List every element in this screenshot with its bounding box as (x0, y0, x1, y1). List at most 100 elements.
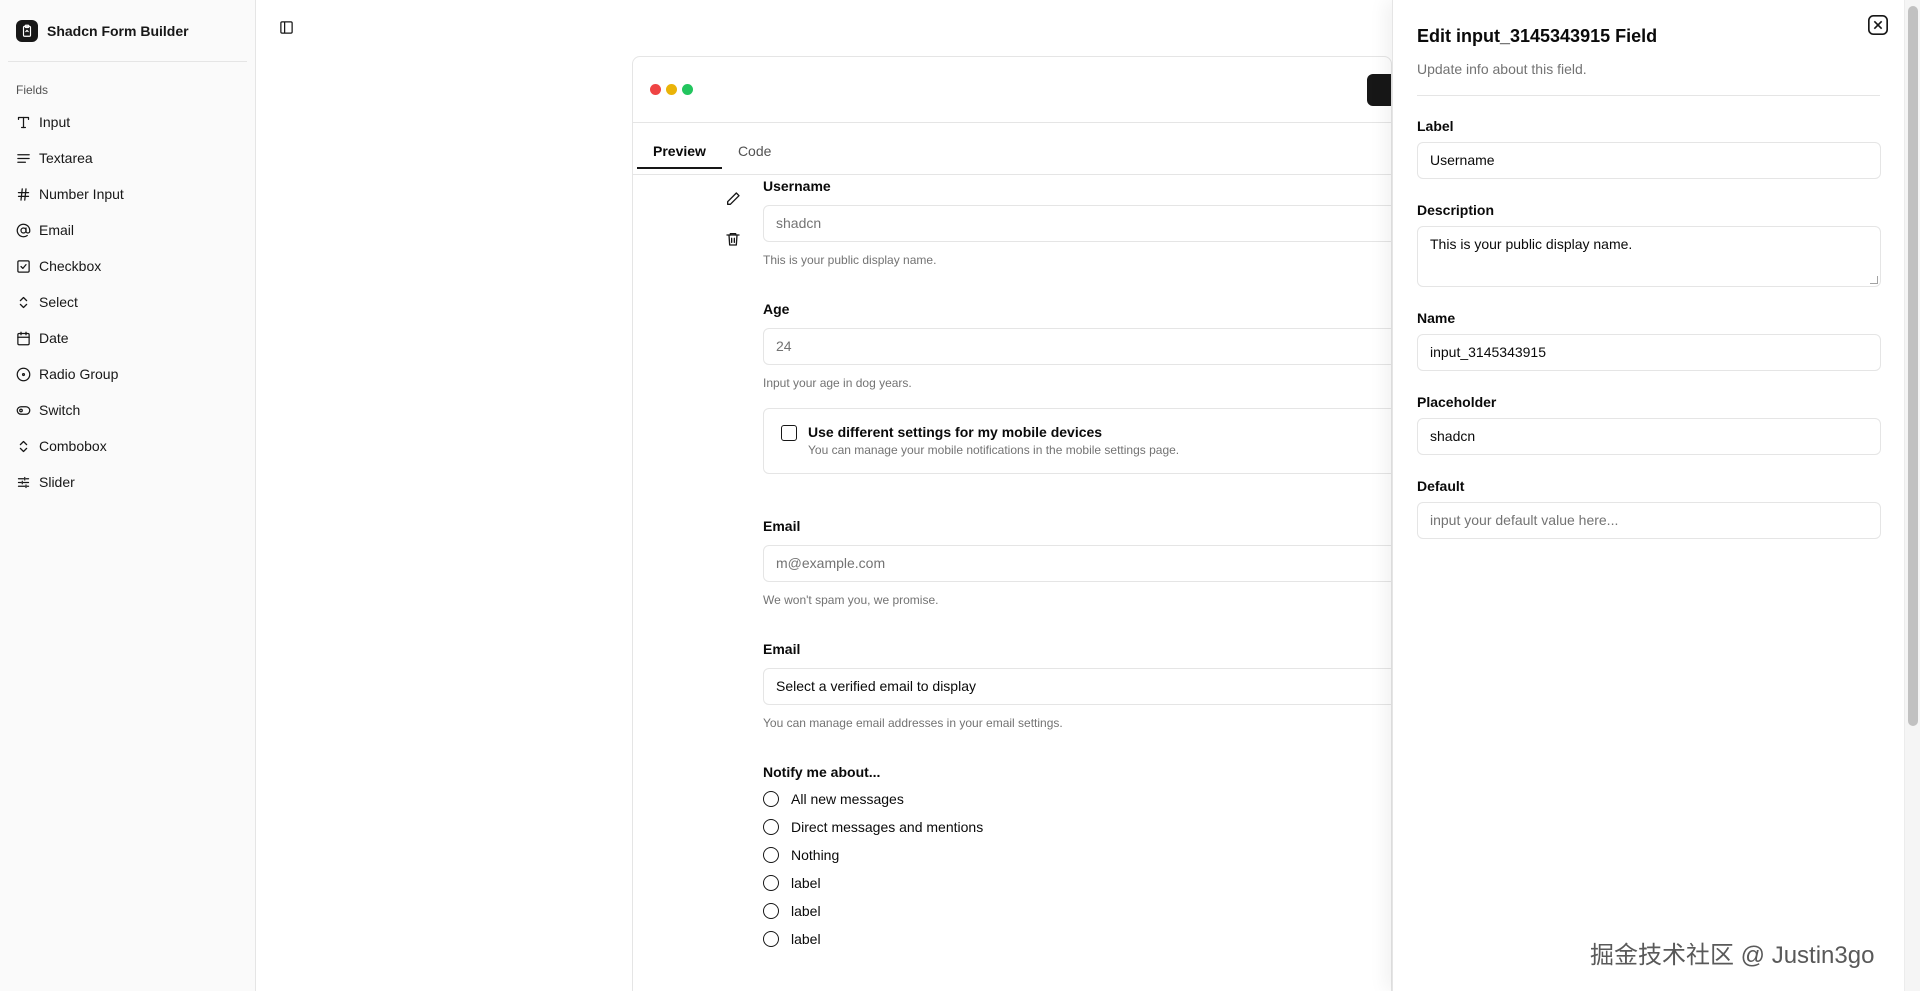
chevrons-up-down-icon (19, 440, 28, 452)
resize-grip-icon[interactable] (1870, 276, 1878, 284)
sidebar: Shadcn Form Builder Fields Input Textare… (0, 0, 256, 991)
notify-label: Notify me about... (763, 764, 881, 780)
radio-circle[interactable] (763, 875, 779, 891)
radio-option-label: label (791, 931, 821, 947)
calendar-icon (17, 331, 30, 345)
username-input[interactable]: shadcn (763, 205, 1391, 242)
window-dot-red (650, 84, 661, 95)
sidebar-item-switch[interactable]: Switch (8, 392, 247, 428)
hash-icon (17, 187, 30, 201)
circle-dot-icon (16, 367, 31, 381)
brand[interactable]: Shadcn Form Builder (8, 0, 247, 62)
username-description: This is your public display name. (763, 253, 937, 267)
radio-option-label-3[interactable]: label (763, 925, 1391, 953)
radio-option-label: All new messages (791, 791, 904, 807)
fields-nav: Input Textarea Number Input Email Checkb… (0, 104, 255, 500)
email-select-value: Select a verified email to display (776, 678, 976, 694)
sidebar-item-checkbox[interactable]: Checkbox (8, 248, 247, 284)
edit-default-label: Default (1417, 478, 1465, 494)
preview-card: Preview Code Username shadcn This is you… (632, 56, 1392, 991)
age-description: Input your age in dog years. (763, 376, 912, 390)
radio-circle[interactable] (763, 847, 779, 863)
mobile-settings-checkbox[interactable] (781, 425, 797, 441)
edit-description-textarea[interactable]: This is your public display name. (1417, 226, 1881, 287)
chevrons-up-down-icon (19, 296, 28, 308)
radio-circle[interactable] (763, 931, 779, 947)
sidebar-item-select[interactable]: Select (8, 284, 247, 320)
scrollbar-thumb[interactable] (1908, 6, 1918, 726)
edit-description-value: This is your public display name. (1430, 236, 1633, 252)
radio-option-direct-messages[interactable]: Direct messages and mentions (763, 813, 1391, 841)
email-select[interactable]: Select a verified email to display (763, 668, 1391, 705)
edit-name-input[interactable]: input_3145343915 (1417, 334, 1881, 371)
email-select-label: Email (763, 641, 801, 657)
mobile-settings-checkbox-group: Use different settings for my mobile dev… (763, 408, 1391, 474)
edit-name-group: Name input_3145343915 (1417, 309, 1881, 371)
window-dot-green (682, 84, 693, 95)
edit-placeholder-group: Placeholder shadcn (1417, 393, 1881, 455)
sidebar-item-label: Combobox (39, 438, 107, 454)
radio-circle[interactable] (763, 791, 779, 807)
sidebar-item-label: Input (39, 114, 71, 130)
panel-title: Edit input_3145343915 Field (1417, 26, 1658, 46)
sidebar-item-combobox[interactable]: Combobox (8, 428, 247, 464)
clipboard-icon (16, 19, 38, 42)
sidebar-item-label: Radio Group (39, 366, 119, 382)
type-icon (17, 116, 30, 128)
radio-option-nothing[interactable]: Nothing (763, 841, 1391, 869)
trash-icon[interactable] (725, 231, 741, 247)
tabs-divider (633, 174, 1391, 175)
card-action-button[interactable] (1367, 74, 1391, 106)
sidebar-item-number-input[interactable]: Number Input (8, 176, 247, 212)
tab-code[interactable]: Code (722, 133, 787, 169)
page-scrollbar[interactable] (1904, 0, 1920, 991)
edit-placeholder-input[interactable]: shadcn (1417, 418, 1881, 455)
sliders-icon (17, 476, 30, 488)
sidebar-item-date[interactable]: Date (8, 320, 247, 356)
radio-circle[interactable] (763, 903, 779, 919)
email-field-group: Email m@example.com We won't spam you, w… (763, 517, 1391, 608)
edit-default-input[interactable]: input your default value here... (1417, 502, 1881, 539)
sidebar-item-label: Email (39, 222, 75, 238)
sidebar-item-textarea[interactable]: Textarea (8, 140, 247, 176)
edit-field-panel: Edit input_3145343915 Field Update info … (1392, 0, 1904, 991)
edit-name-label: Name (1417, 310, 1456, 326)
sidebar-toggle-button[interactable] (276, 17, 296, 37)
panel-divider (1417, 95, 1880, 96)
radio-option-label-2[interactable]: label (763, 897, 1391, 925)
window-dots (650, 84, 693, 95)
sidebar-item-label: Slider (39, 474, 75, 490)
edit-label-input[interactable]: Username (1417, 142, 1881, 179)
radio-option-label-1[interactable]: label (763, 869, 1391, 897)
age-field-group: Age 24 Input your age in dog years. (763, 300, 1391, 391)
sidebar-item-radio-group[interactable]: Radio Group (8, 356, 247, 392)
card-header (633, 57, 1391, 123)
brand-title: Shadcn Form Builder (47, 22, 189, 39)
sidebar-item-input[interactable]: Input (8, 104, 247, 140)
text-lines-icon (17, 153, 30, 163)
fields-group-label: Fields (16, 83, 49, 97)
email-select-group: Email Select a verified email to display… (763, 640, 1391, 731)
pencil-icon[interactable] (725, 191, 741, 207)
username-label: Username (763, 178, 831, 194)
close-panel-button[interactable] (1867, 14, 1889, 36)
sidebar-item-slider[interactable]: Slider (8, 464, 247, 500)
sidebar-item-label: Select (39, 294, 78, 310)
radio-option-label: Direct messages and mentions (791, 819, 984, 835)
panel-left-icon (279, 20, 293, 34)
radio-option-all-new-messages[interactable]: All new messages (763, 785, 1391, 813)
mobile-settings-description: You can manage your mobile notifications… (808, 443, 1180, 457)
email-input[interactable]: m@example.com (763, 545, 1391, 582)
radio-circle[interactable] (763, 819, 779, 835)
radio-option-label: label (791, 875, 821, 891)
tab-preview[interactable]: Preview (637, 133, 722, 169)
watermark: 掘金技术社区 @ Justin3go (1590, 942, 1875, 969)
at-sign-icon (16, 223, 31, 237)
edit-label-group: Label Username (1417, 117, 1881, 179)
age-input[interactable]: 24 (763, 328, 1391, 365)
window-dot-yellow (666, 84, 677, 95)
close-icon (1868, 15, 1888, 35)
sidebar-item-email[interactable]: Email (8, 212, 247, 248)
email-select-description: You can manage email addresses in your e… (763, 716, 1063, 730)
edit-description-group: Description This is your public display … (1417, 201, 1881, 287)
